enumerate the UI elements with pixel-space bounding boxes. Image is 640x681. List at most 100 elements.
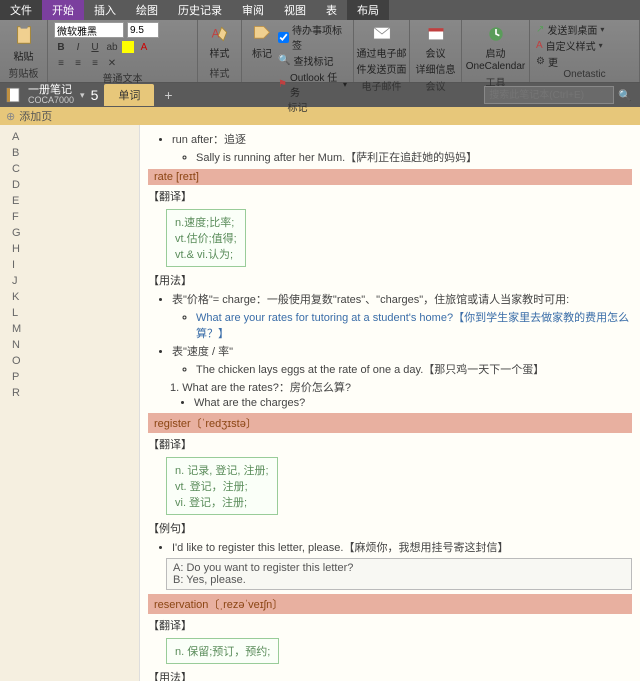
text: vt. 登记，注册; (175, 478, 269, 494)
bold-button[interactable]: B (54, 40, 68, 54)
onecal-line1: 启动 (486, 45, 506, 60)
numbering-button[interactable]: ≡ (71, 56, 85, 70)
svg-text:A: A (211, 27, 219, 40)
underline-button[interactable]: U (88, 40, 102, 54)
clear-button[interactable]: ✕ (105, 56, 119, 70)
text: 表"价格"= charge：一般使用复数"rates"、"charges"，住旅… (172, 294, 569, 306)
text: n.速度;比率; (175, 214, 237, 230)
section-tab[interactable]: 单词 (104, 84, 154, 106)
tab-view[interactable]: 视图 (274, 0, 316, 20)
text: The chicken lays eggs at the rate of one… (196, 364, 544, 376)
clipboard-group-label: 剪贴板 (6, 65, 41, 80)
translation-box: n. 保留;预订，预约; (166, 638, 279, 664)
meeting-line1: 会议 (426, 45, 446, 60)
note-content[interactable]: run after：追逐 Sally is running after her … (140, 125, 640, 681)
font-name-select[interactable] (54, 22, 124, 38)
outlook-label: Outlook 任务 (290, 69, 340, 99)
onetastic-group-label: Onetastic (536, 69, 633, 80)
text: Sally is running after her Mum.【萨利正在追赶她的… (196, 152, 477, 164)
outlook-icon[interactable]: ⚑ (278, 79, 287, 90)
text: vi. 登记，注册; (175, 494, 269, 510)
custom-style-label: 自定义样式 (546, 38, 596, 53)
email-line1: 通过电子邮 (357, 45, 407, 60)
tab-insert[interactable]: 插入 (84, 0, 126, 20)
paste-icon[interactable] (13, 22, 35, 48)
dialog-box: A: Do you want to register this letter? … (166, 558, 632, 590)
page-item[interactable]: J (0, 273, 139, 289)
page-item[interactable]: H (0, 241, 139, 257)
text: n. 保留;预订，预约; (175, 643, 270, 659)
tab-layout[interactable]: 布局 (347, 0, 389, 20)
menu-tabs: 文件 开始 插入 绘图 历史记录 审阅 视图 表 布局 (0, 0, 640, 20)
page-item[interactable]: P (0, 369, 139, 385)
add-section-button[interactable]: + (154, 84, 182, 106)
label: 【用法】 (148, 272, 632, 288)
meeting-icon[interactable] (426, 24, 446, 44)
search-icon[interactable]: 🔍 (614, 89, 636, 102)
translation-box: n. 记录, 登记, 注册; vt. 登记，注册; vi. 登记，注册; (166, 457, 278, 515)
strike-button[interactable]: ab (105, 40, 119, 54)
page-item[interactable]: L (0, 305, 139, 321)
font-size-select[interactable] (127, 22, 159, 38)
italic-button[interactable]: I (71, 40, 85, 54)
highlight-button[interactable] (122, 41, 134, 53)
page-item[interactable]: K (0, 289, 139, 305)
translation-box: n.速度;比率; vt.估价;值得; vt.& vi.认为; (166, 209, 246, 267)
label: 【翻译】 (148, 188, 632, 204)
tab-home[interactable]: 开始 (42, 0, 84, 20)
page-item[interactable]: M (0, 321, 139, 337)
page-item[interactable]: A (0, 129, 139, 145)
text: vt.& vi.认为; (175, 246, 237, 262)
tab-draw[interactable]: 绘图 (126, 0, 168, 20)
text: What are your rates for tutoring at a st… (196, 312, 629, 340)
font-group-label: 普通文本 (54, 70, 191, 85)
onecalendar-icon[interactable] (486, 24, 506, 44)
tab-review[interactable]: 审阅 (232, 0, 274, 20)
tab-file[interactable]: 文件 (0, 0, 42, 20)
bullets-button[interactable]: ≡ (54, 56, 68, 70)
align-button[interactable]: ≡ (88, 56, 102, 70)
text: B: Yes, please. (173, 574, 625, 586)
page-item[interactable]: G (0, 225, 139, 241)
notebook-icon[interactable] (4, 86, 22, 104)
notebook-title[interactable]: 一册笔记 COCA7000 (22, 85, 80, 105)
styles-icon[interactable]: A (210, 24, 230, 44)
send-desktop-label: 发送到桌面 (547, 22, 597, 37)
page-item[interactable]: C (0, 161, 139, 177)
onecal-line2: OneCalendar (466, 61, 525, 72)
text: A: Do you want to register this letter? (173, 562, 625, 574)
page-item[interactable]: B (0, 145, 139, 161)
text: n. 记录, 登记, 注册; (175, 462, 269, 478)
send-desktop-icon[interactable]: ↗ (536, 24, 544, 35)
email-icon[interactable] (372, 24, 392, 44)
add-page-label: 添加页 (19, 108, 52, 124)
more-icon[interactable]: ⚙ (536, 56, 545, 67)
label: 【例句】 (148, 520, 632, 536)
page-item[interactable]: I (0, 257, 139, 273)
page-item[interactable]: F (0, 209, 139, 225)
tab-more[interactable]: 表 (316, 0, 347, 20)
text: vt.估价;值得; (175, 230, 237, 246)
todo-checkbox[interactable] (278, 32, 289, 43)
custom-style-icon[interactable]: A (536, 40, 543, 51)
search-input[interactable] (484, 86, 614, 104)
label: 【翻译】 (148, 436, 632, 452)
meeting-group-label: 会议 (416, 78, 455, 93)
tab-history[interactable]: 历史记录 (168, 0, 232, 20)
todo-label: 待办事项标签 (292, 22, 347, 52)
meeting-line2: 详细信息 (416, 61, 456, 76)
page-item[interactable]: R (0, 385, 139, 401)
page-item[interactable]: D (0, 177, 139, 193)
find-tag-icon[interactable]: 🔍 (278, 55, 290, 66)
styles-label: 样式 (210, 45, 230, 60)
page-item[interactable]: O (0, 353, 139, 369)
page-item[interactable]: N (0, 337, 139, 353)
text: What are the charges? (194, 397, 305, 409)
text: 1. What are the rates?：房价怎么算? (170, 382, 351, 394)
word-heading: reservation〔ˌrezəˈveɪʃn〕 (148, 594, 632, 614)
paste-label: 粘贴 (14, 48, 34, 63)
page-item[interactable]: E (0, 193, 139, 209)
ribbon: 粘贴 剪贴板 B I U ab A ≡ ≡ ≡ ✕ 普通文 (0, 20, 640, 83)
tag-icon[interactable] (252, 24, 272, 44)
font-color-button[interactable]: A (137, 40, 151, 54)
